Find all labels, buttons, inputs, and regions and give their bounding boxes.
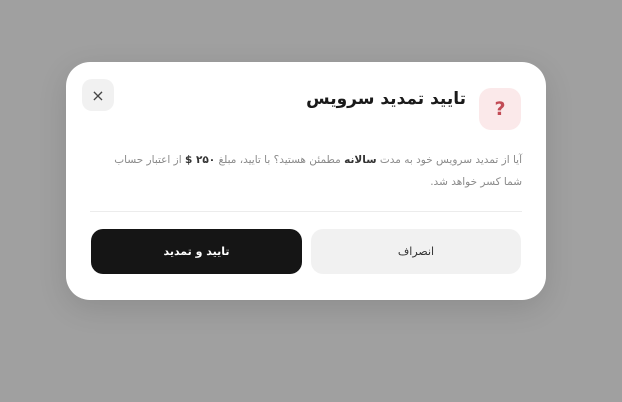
cancel-button[interactable]: انصراف <box>311 229 521 274</box>
message-part-1: آیا از تمدید سرویس خود به مدت <box>376 154 522 166</box>
question-icon: ? <box>479 88 521 130</box>
close-icon: × <box>91 85 105 105</box>
renewal-amount: ۲۵۰ $ <box>185 154 216 166</box>
dialog-message: آیا از تمدید سرویس خود به مدت سالانه مطم… <box>110 149 522 193</box>
question-icon-glyph: ? <box>494 98 506 120</box>
dialog-title: تایید تمدید سرویس <box>306 89 466 109</box>
message-part-2: مطمئن هستید؟ با تایید، مبلغ <box>215 154 345 166</box>
confirm-renew-button[interactable]: تایید و تمدید <box>91 229 302 274</box>
divider <box>90 211 522 212</box>
renewal-confirm-dialog: ? تایید تمدید سرویس × آیا از تمدید سرویس… <box>66 62 546 300</box>
renewal-period: سالانه <box>344 154 377 166</box>
close-button[interactable]: × <box>82 79 114 111</box>
